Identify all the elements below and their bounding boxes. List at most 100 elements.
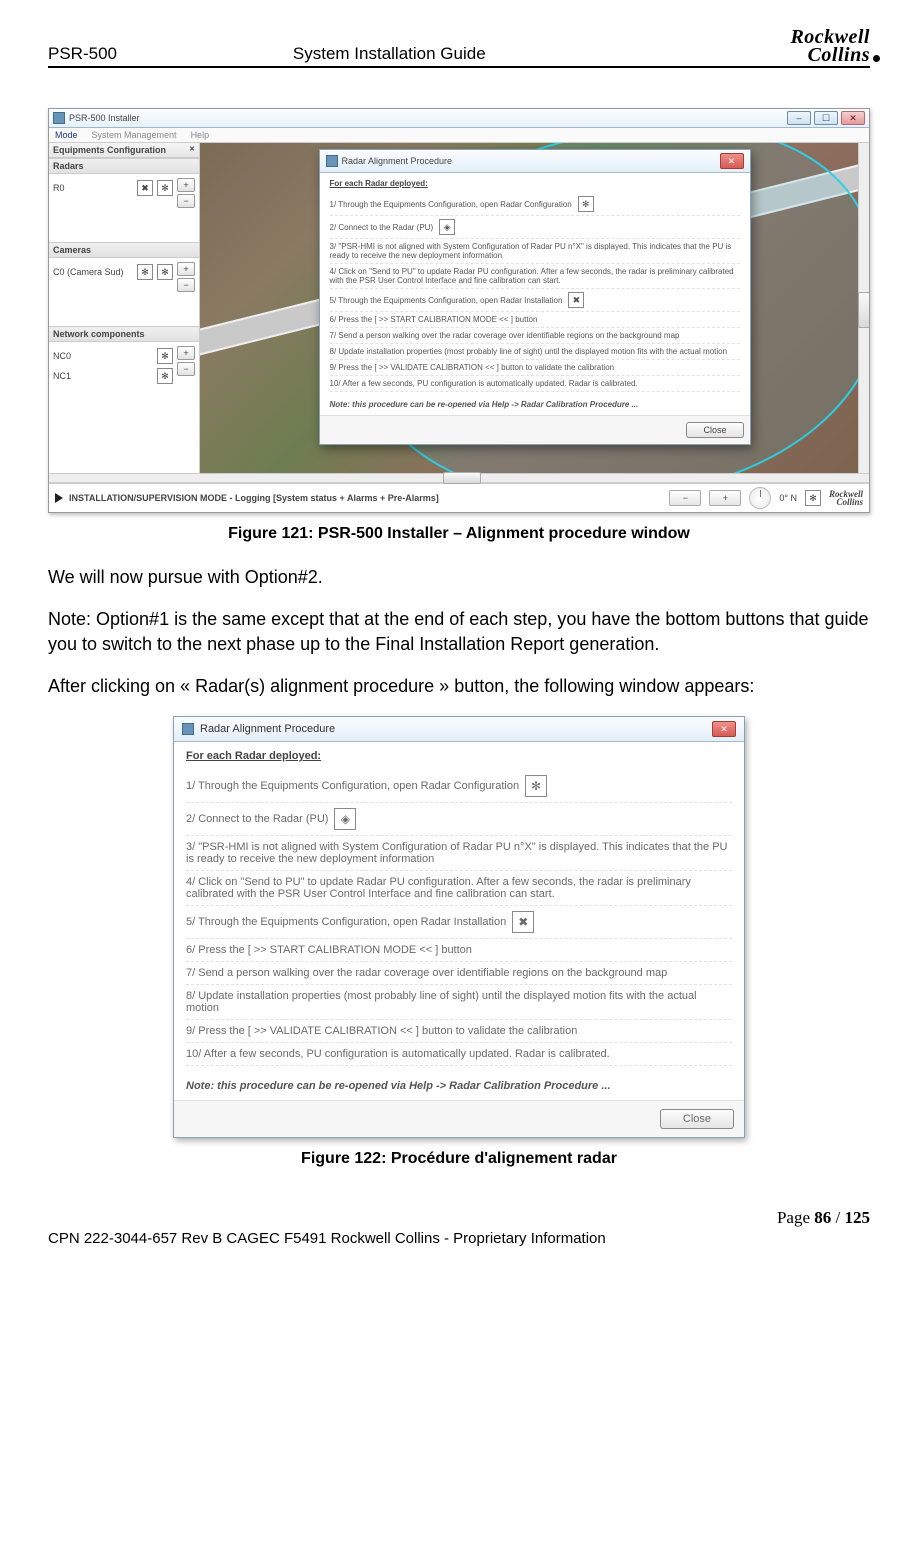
dialog-step: 10/ After a few seconds, PU configuratio… <box>186 1043 732 1066</box>
status-text: INSTALLATION/SUPERVISION MODE - Logging … <box>69 493 439 503</box>
dialog-note: Note: this procedure can be re-opened vi… <box>186 1072 732 1092</box>
dialog-close-button[interactable]: ✕ <box>720 153 744 169</box>
heading-dial[interactable] <box>749 487 771 509</box>
network-label: NC0 <box>53 351 153 361</box>
section-network-title: Network components <box>49 326 199 342</box>
radar-alignment-dialog-large: Radar Alignment Procedure ✕ For each Rad… <box>173 716 745 1138</box>
network-item[interactable]: NC1 ✻ <box>53 366 173 386</box>
dialog-heading: For each Radar deployed: <box>330 179 740 188</box>
footer-proprietary: CPN 222-3044-657 Rev B CAGEC F5491 Rockw… <box>48 1230 870 1247</box>
horizontal-scrollbar[interactable] <box>49 473 869 483</box>
remove-camera-button[interactable]: − <box>177 278 195 292</box>
installer-screenshot: PSR-500 Installer – ☐ ✕ Mode System Mana… <box>48 108 870 513</box>
gear-icon[interactable]: ✻ <box>157 368 173 384</box>
sound-icon[interactable] <box>55 493 63 503</box>
window-title: PSR-500 Installer <box>69 113 140 123</box>
dialog-step: 9/ Press the [ >> VALIDATE CALIBRATION <… <box>186 1020 732 1043</box>
remove-network-button[interactable]: − <box>177 362 195 376</box>
gear-icon: ✻ <box>525 775 547 797</box>
page-footer: Page 86 / 125 CPN 222-3044-657 Rev B CAG… <box>48 1208 870 1247</box>
dialog-step: 5/ Through the Equipments Configuration,… <box>330 289 740 312</box>
tool-icon: ✖ <box>568 292 584 308</box>
add-camera-button[interactable]: + <box>177 262 195 276</box>
gear-icon[interactable]: ✻ <box>137 264 153 280</box>
wifi-icon: ◈ <box>439 219 455 235</box>
dialog-step: 2/ Connect to the Radar (PU)◈ <box>186 803 732 836</box>
vertical-scrollbar[interactable] <box>858 143 869 473</box>
maximize-button[interactable]: ☐ <box>814 111 838 125</box>
dialog-step: 5/ Through the Equipments Configuration,… <box>186 906 732 939</box>
dialog-close-button[interactable]: ✕ <box>712 721 736 737</box>
wifi-icon: ◈ <box>334 808 356 830</box>
panel-undock-icon[interactable]: ✕ <box>189 145 195 155</box>
page-header: PSR-500 System Installation Guide Rockwe… <box>48 28 870 68</box>
dialog-close-ok-button[interactable]: Close <box>686 422 743 438</box>
radar-alignment-dialog: Radar Alignment Procedure ✕ For each Rad… <box>319 149 751 445</box>
camera-label: C0 (Camera Sud) <box>53 267 133 277</box>
doc-title: System Installation Guide <box>293 44 486 64</box>
menu-system-management[interactable]: System Management <box>92 130 177 140</box>
page-number: Page 86 / 125 <box>48 1208 870 1228</box>
menu-mode[interactable]: Mode <box>55 130 78 140</box>
map-canvas[interactable]: Radar Alignment Procedure ✕ For each Rad… <box>200 143 869 473</box>
body-paragraph: We will now pursue with Option#2. <box>48 565 870 589</box>
gear-icon: ✻ <box>578 196 594 212</box>
figure-caption-1: Figure 121: PSR-500 Installer – Alignmen… <box>48 525 870 543</box>
dialog-step: 8/ Update installation properties (most … <box>186 985 732 1020</box>
camera-item[interactable]: C0 (Camera Sud) ✻ ✻ <box>53 262 173 282</box>
tool-icon: ✖ <box>512 911 534 933</box>
dialog-step: 9/ Press the [ >> VALIDATE CALIBRATION <… <box>330 360 740 376</box>
zoom-out-button[interactable]: − <box>669 490 701 506</box>
statusbar: INSTALLATION/SUPERVISION MODE - Logging … <box>49 483 869 512</box>
minimize-button[interactable]: – <box>787 111 811 125</box>
dialog-step: 6/ Press the [ >> START CALIBRATION MODE… <box>186 939 732 962</box>
menu-help[interactable]: Help <box>191 130 210 140</box>
dialog-step: 10/ After a few seconds, PU configuratio… <box>330 376 740 392</box>
gear-icon[interactable]: ✻ <box>157 348 173 364</box>
dialog-step: 2/ Connect to the Radar (PU)◈ <box>330 216 740 239</box>
network-item[interactable]: NC0 ✻ <box>53 346 173 366</box>
radar-label: R0 <box>53 183 133 193</box>
dialog-close-ok-button[interactable]: Close <box>660 1109 734 1129</box>
radar-item[interactable]: R0 ✖ ✻ <box>53 178 173 198</box>
remove-radar-button[interactable]: − <box>177 194 195 208</box>
rockwell-collins-logo: Rockwell Collins <box>782 28 870 64</box>
body-paragraph: Note: Option#1 is the same except that a… <box>48 607 870 656</box>
dialog-step: 3/ "PSR-HMI is not aligned with System C… <box>186 836 732 871</box>
tool-icon[interactable]: ✖ <box>137 180 153 196</box>
dialog-icon <box>182 723 194 735</box>
dialog-step: 3/ "PSR-HMI is not aligned with System C… <box>330 239 740 264</box>
gear-icon[interactable]: ✻ <box>805 490 821 506</box>
dialog-title: Radar Alignment Procedure <box>342 156 453 166</box>
dialog-note: Note: this procedure can be re-opened vi… <box>330 392 740 409</box>
installer-titlebar: PSR-500 Installer – ☐ ✕ <box>49 109 869 128</box>
dialog-step: 1/ Through the Equipments Configuration,… <box>330 193 740 216</box>
app-icon <box>53 112 65 124</box>
dialog-step: 1/ Through the Equipments Configuration,… <box>186 770 732 803</box>
dialog-heading: For each Radar deployed: <box>186 750 732 762</box>
dialog-step: 8/ Update installation properties (most … <box>330 344 740 360</box>
tiny-logo: RockwellCollins <box>829 490 863 506</box>
zoom-in-button[interactable]: + <box>709 490 741 506</box>
window-close-button[interactable]: ✕ <box>841 111 865 125</box>
dialog-step: 4/ Click on "Send to PU" to update Radar… <box>186 871 732 906</box>
gear-icon[interactable]: ✻ <box>157 180 173 196</box>
network-label: NC1 <box>53 371 153 381</box>
section-radars-title: Radars <box>49 158 199 174</box>
add-radar-button[interactable]: + <box>177 178 195 192</box>
dialog-icon <box>326 155 338 167</box>
dialog-step: 7/ Send a person walking over the radar … <box>330 328 740 344</box>
dialog-step: 7/ Send a person walking over the radar … <box>186 962 732 985</box>
dialog-title: Radar Alignment Procedure <box>200 723 335 735</box>
equipments-sidebar: Equipments Configuration ✕ Radars R0 ✖ ✻… <box>49 143 200 473</box>
gear-icon[interactable]: ✻ <box>157 264 173 280</box>
figure-caption-2: Figure 122: Procédure d'alignement radar <box>48 1150 870 1168</box>
dialog-step: 4/ Click on "Send to PU" to update Radar… <box>330 264 740 289</box>
menubar: Mode System Management Help <box>49 128 869 143</box>
body-paragraph: After clicking on « Radar(s) alignment p… <box>48 674 870 698</box>
dialog-step: 6/ Press the [ >> START CALIBRATION MODE… <box>330 312 740 328</box>
doc-code: PSR-500 <box>48 44 117 64</box>
sidebar-panel-title: Equipments Configuration ✕ <box>49 143 199 158</box>
heading-label: 0° N <box>779 493 797 503</box>
add-network-button[interactable]: + <box>177 346 195 360</box>
